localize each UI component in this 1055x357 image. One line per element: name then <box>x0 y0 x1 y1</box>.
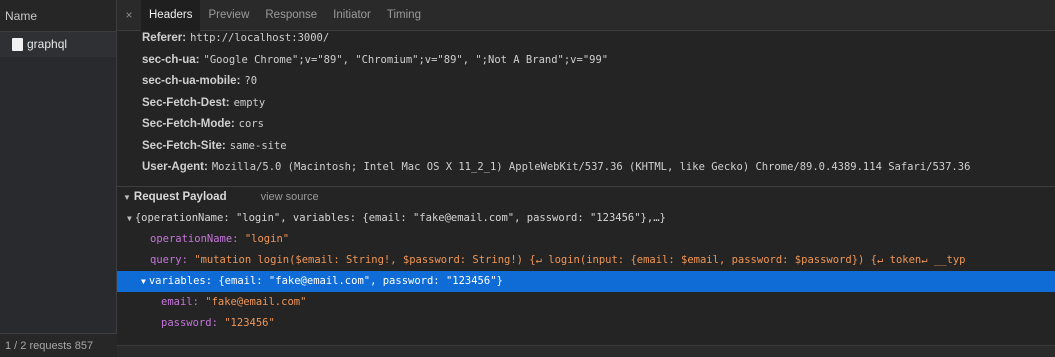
payload-variables-row[interactable]: ▼ variables: {email: "fake@email.com", pa… <box>117 271 1055 292</box>
header-value: "Google Chrome";v="89", "Chromium";v="89… <box>203 53 609 66</box>
payload-key: operationName: <box>150 233 239 245</box>
header-key: sec-ch-ua-mobile: <box>142 75 241 87</box>
header-row-sec-ch-ua-mobile: sec-ch-ua-mobile: ?0 <box>117 71 1055 93</box>
payload-key: password: <box>161 317 218 329</box>
payload-root-row[interactable]: ▼ {operationName: "login", variables: {em… <box>117 208 1055 229</box>
header-value: same-site <box>229 139 287 152</box>
header-key: User-Agent: <box>142 161 208 173</box>
request-detail-panel: × Headers Preview Response Initiator Tim… <box>117 0 1055 357</box>
payload-value: "fake@email.com" <box>205 296 307 308</box>
header-key: sec-ch-ua: <box>142 53 200 66</box>
header-key: Sec-Fetch-Dest: <box>142 96 230 109</box>
payload-operationname-row[interactable]: operationName: "login" <box>117 229 1055 250</box>
horizontal-scrollbar[interactable] <box>117 345 1055 357</box>
tab-initiator[interactable]: Initiator <box>325 0 379 31</box>
payload-email-row[interactable]: email: "fake@email.com" <box>117 292 1055 313</box>
header-key: Referer: <box>142 32 187 44</box>
tab-timing[interactable]: Timing <box>379 0 429 31</box>
payload-password-row[interactable]: password: "123456" <box>117 313 1055 334</box>
request-row-graphql[interactable]: graphql <box>0 32 116 57</box>
payload-value: "123456" <box>224 317 275 329</box>
document-icon <box>12 38 23 51</box>
triangle-down-icon[interactable]: ▼ <box>141 277 146 286</box>
name-column-header[interactable]: Name <box>0 0 116 32</box>
payload-summary: {operationName: "login", variables: {ema… <box>134 212 666 224</box>
triangle-down-icon[interactable]: ▼ <box>123 193 131 202</box>
payload-title: Request Payload <box>133 191 227 203</box>
request-name: graphql <box>27 37 68 51</box>
header-value: Mozilla/5.0 (Macintosh; Intel Mac OS X 1… <box>211 161 971 173</box>
header-row-sec-fetch-dest: Sec-Fetch-Dest: empty <box>117 93 1055 115</box>
tab-preview[interactable]: Preview <box>200 0 257 31</box>
header-value: http://localhost:3000/ <box>190 32 330 44</box>
triangle-down-icon[interactable]: ▼ <box>127 214 132 223</box>
tab-response[interactable]: Response <box>257 0 325 31</box>
headers-content: Referer: http://localhost:3000/ sec-ch-ua… <box>117 31 1055 357</box>
header-value: ?0 <box>244 75 258 87</box>
payload-value: "mutation login($email: String!, $passwo… <box>194 254 966 266</box>
request-payload-section: ▼ Request Payload view source ▼ {operationN… <box>117 186 1055 357</box>
payload-key: query: <box>150 254 188 266</box>
header-value: cors <box>238 118 264 130</box>
payload-value: "login" <box>244 233 290 245</box>
view-source-link[interactable]: view source <box>261 191 319 203</box>
detail-tabbar: × Headers Preview Response Initiator Tim… <box>117 0 1055 31</box>
header-key: Sec-Fetch-Site: <box>142 139 226 152</box>
header-row-user-agent: User-Agent: Mozilla/5.0 (Macintosh; Intel… <box>117 157 1055 179</box>
payload-key: email: <box>161 296 199 308</box>
header-row-sec-fetch-site: Sec-Fetch-Site: same-site <box>117 136 1055 158</box>
tab-headers[interactable]: Headers <box>141 0 201 31</box>
header-row-sec-ch-ua: sec-ch-ua: "Google Chrome";v="89", "Chrom… <box>117 50 1055 72</box>
request-list-panel: Name graphql 1 / 2 requests 857 <box>0 0 117 357</box>
request-payload-header[interactable]: ▼ Request Payload view source <box>117 187 1055 208</box>
payload-query-row[interactable]: query: "mutation login($email: String!, … <box>117 250 1055 271</box>
header-key: Sec-Fetch-Mode: <box>142 118 235 130</box>
header-value: empty <box>233 96 266 109</box>
header-row-referer: Referer: http://localhost:3000/ <box>117 28 1055 50</box>
payload-variables-summary: variables: {email: "fake@email.com", pas… <box>148 275 503 287</box>
header-row-sec-fetch-mode: Sec-Fetch-Mode: cors <box>117 114 1055 136</box>
requests-status-bar: 1 / 2 requests 857 <box>0 333 117 357</box>
close-icon[interactable]: × <box>117 8 141 22</box>
